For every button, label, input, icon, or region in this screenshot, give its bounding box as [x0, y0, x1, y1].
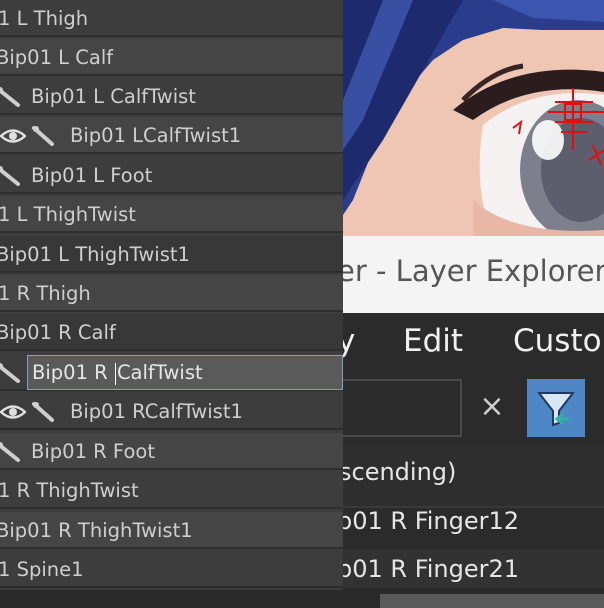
menu-item-partial[interactable]: y	[343, 323, 355, 359]
tree-row-spine1[interactable]: 1 Spine1	[0, 551, 343, 588]
bone-icon	[0, 87, 20, 107]
tree-row-r-thightwist1[interactable]: Bip01 R ThighTwist1	[0, 512, 343, 549]
explorer-row-label: p01 R Finger12	[343, 507, 520, 535]
layer-explorer-window: er - Layer Explorer y Edit Custor × scen…	[343, 236, 604, 608]
tree-row-label: 1 L Thigh	[0, 7, 89, 30]
filter-funnel-icon	[536, 392, 576, 427]
bone-icon	[0, 442, 20, 462]
explorer-row-finger21[interactable]: p01 R Finger21	[343, 550, 604, 588]
eye-icon[interactable]	[0, 401, 26, 423]
tree-row-label: 1 L ThighTwist	[0, 203, 136, 226]
explorer-row-label: p01 R Finger21	[343, 555, 520, 583]
tree-row-r-foot[interactable]: Bip01 R Foot	[0, 433, 343, 470]
tree-row-label: Bip01 LCalfTwist1	[70, 124, 242, 147]
tree-row-l-thightwist1[interactable]: Bip01 L ThighTwist1	[0, 236, 343, 273]
horizontal-scrollbar[interactable]	[380, 594, 604, 608]
tree-row-label: Bip01 R Calf	[0, 321, 116, 344]
search-input[interactable]	[343, 379, 462, 437]
bone-icon	[0, 166, 20, 186]
title-bar[interactable]: er - Layer Explorer	[343, 236, 604, 313]
bone-icon	[32, 402, 54, 422]
character-face-render	[343, 0, 604, 236]
eye-icon[interactable]	[0, 125, 26, 147]
viewport-3d[interactable]	[343, 0, 604, 236]
tree-row-l-calf[interactable]: Bip01 L Calf	[0, 39, 343, 76]
tree-row-label: 1 Spine1	[0, 558, 84, 581]
tree-row-label: Bip01 L CalfTwist	[31, 85, 196, 108]
scene-tree: 1 L Thigh Bip01 L Calf Bip01 L CalfTwist…	[0, 0, 343, 590]
tree-row-label: Bip01 R ThighTwist1	[0, 519, 193, 542]
rename-text-after: CalfTwist	[116, 361, 203, 384]
tree-row-label: 1 R Thigh	[0, 282, 91, 305]
tree-row-label: 1 R ThighTwist	[0, 479, 139, 502]
toolbar: ×	[343, 379, 604, 443]
tree-row-l-calftwist1[interactable]: Bip01 LCalfTwist1	[0, 117, 343, 154]
tree-row-r-calf[interactable]: Bip01 R Calf	[0, 314, 343, 351]
rename-input[interactable]: Bip01 R CalfTwist	[27, 355, 343, 390]
window-title: er - Layer Explorer	[343, 254, 604, 288]
tree-row-label: Bip01 L ThighTwist1	[0, 243, 190, 266]
menu-item-customize[interactable]: Custor	[513, 323, 604, 359]
tree-row-label: Bip01 RCalfTwist1	[70, 400, 243, 423]
explorer-row-finger12[interactable]: p01 R Finger12	[343, 502, 604, 540]
clear-search-icon[interactable]: ×	[475, 387, 509, 427]
bottom-scroll-strip	[0, 590, 604, 608]
tree-row-r-thigh[interactable]: 1 R Thigh	[0, 275, 343, 312]
bone-icon	[32, 126, 54, 146]
tree-row-l-thightwist[interactable]: 1 L ThighTwist	[0, 196, 343, 233]
sort-label: scending)	[343, 458, 457, 486]
filter-button[interactable]	[527, 379, 585, 437]
tree-row-r-thightwist[interactable]: 1 R ThighTwist	[0, 472, 343, 509]
text-caret	[114, 362, 116, 385]
sort-column-header[interactable]: scending)	[343, 446, 604, 508]
rename-text-before: Bip01 R	[32, 361, 114, 384]
bone-icon	[0, 363, 20, 383]
tree-row-label: Bip01 L Calf	[0, 46, 114, 69]
tree-row-l-foot[interactable]: Bip01 L Foot	[0, 157, 343, 194]
tree-row-r-calftwist[interactable]: Bip01 R CalfTwist	[0, 354, 343, 391]
tree-row-label: Bip01 L Foot	[31, 164, 153, 187]
tree-row-l-thigh[interactable]: 1 L Thigh	[0, 0, 343, 37]
tree-row-l-calftwist[interactable]: Bip01 L CalfTwist	[0, 78, 343, 115]
menu-item-edit[interactable]: Edit	[403, 323, 463, 359]
menu-bar: y Edit Custor	[343, 313, 604, 379]
tree-row-r-calftwist1[interactable]: Bip01 RCalfTwist1	[0, 393, 343, 430]
tree-row-label: Bip01 R Foot	[31, 440, 155, 463]
